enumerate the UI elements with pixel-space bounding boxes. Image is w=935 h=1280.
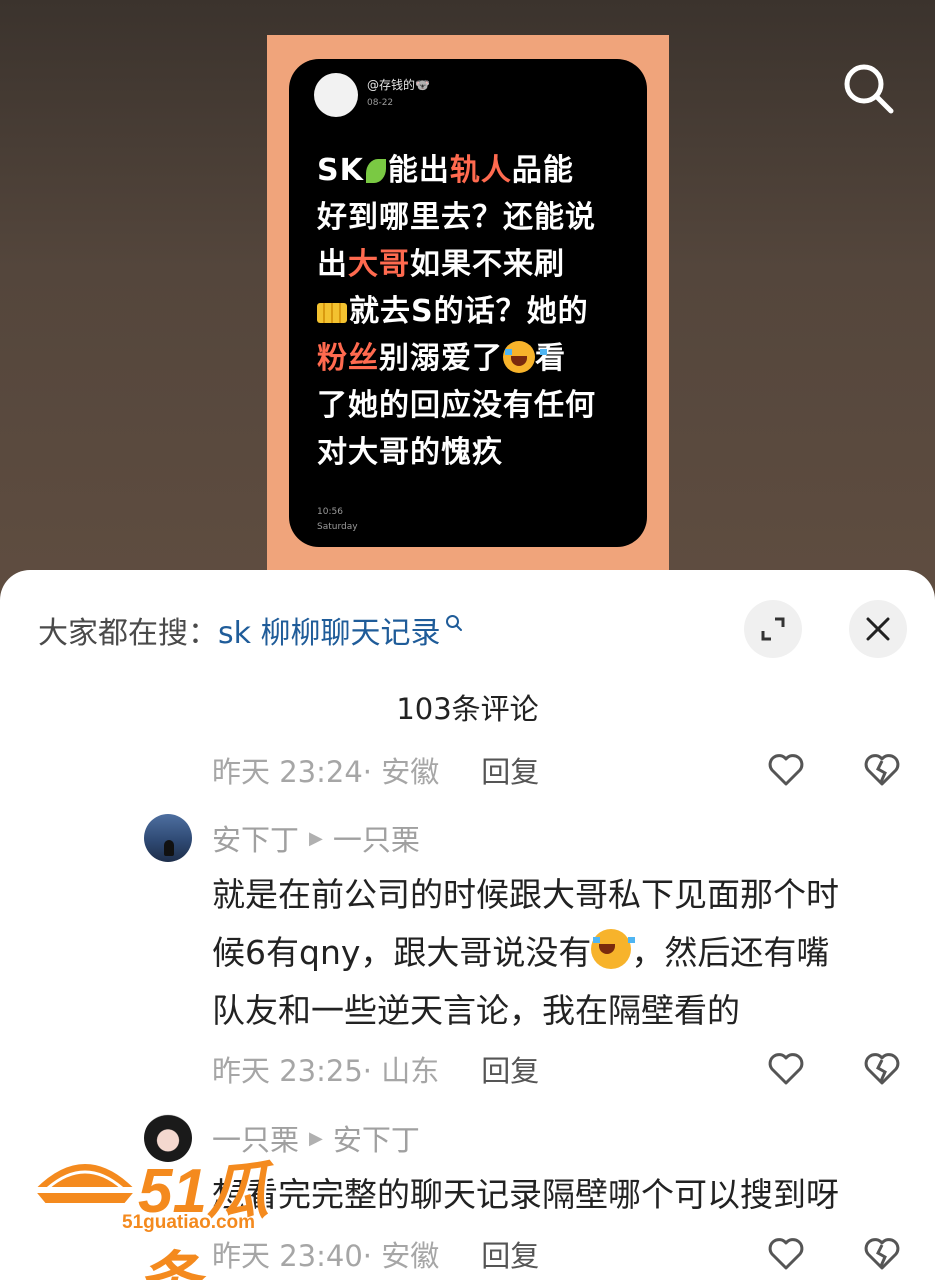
- heart-icon[interactable]: [766, 1234, 806, 1274]
- watermelon-logo-icon: [32, 1162, 138, 1205]
- dislike-icon[interactable]: [862, 750, 902, 790]
- watermark-logo: 51瓜条 51guatiao.com: [30, 1140, 330, 1280]
- heart-icon[interactable]: [766, 1049, 806, 1089]
- reply-button[interactable]: 回复: [481, 1233, 539, 1275]
- crying-laugh-emoji-icon: [503, 341, 547, 373]
- leaf-emoji-icon: [365, 159, 386, 183]
- comment-location: · 山东: [362, 1054, 440, 1088]
- post-text: SK 能出轨人品能 好到哪里去？还能说 出大哥如果不来刷 就去S的话？她的 粉丝别…: [317, 153, 596, 470]
- reply-target[interactable]: 一只栗: [333, 817, 420, 859]
- reply-target[interactable]: 安下丁: [333, 1117, 420, 1159]
- comment-author: 安下丁 ▶ 一只栗: [212, 818, 420, 858]
- hot-search-bar[interactable]: 大家都在搜： sk 柳柳聊天记录: [38, 608, 463, 652]
- comment-count: 103条评论: [396, 692, 539, 726]
- watermark-url: 51guatiao.com: [122, 1212, 256, 1233]
- ticket-emoji-icon: [317, 303, 347, 323]
- post-username: @存钱的🐨: [367, 78, 430, 92]
- close-icon: [866, 617, 890, 641]
- watermark-brand: 51瓜条: [138, 1157, 269, 1280]
- search-button[interactable]: [836, 56, 900, 120]
- dislike-icon[interactable]: [862, 1049, 902, 1089]
- comment-meta: 昨天 23:25 · 山东 回复: [212, 1049, 902, 1089]
- post-date: 08-22: [367, 98, 394, 108]
- hot-search-prefix: 大家都在搜：: [38, 616, 218, 651]
- reply-button[interactable]: 回复: [481, 749, 539, 791]
- reply-button[interactable]: 回复: [481, 1048, 539, 1090]
- avatar[interactable]: [144, 814, 192, 862]
- screenshot-card: @存钱的🐨 08-22 SK 能出轨人品能 好到哪里去？还能说 出大哥如果不来刷 …: [289, 59, 647, 547]
- avatar: [314, 73, 358, 117]
- comment-text: 就是在前公司的时候跟大哥私下见面那个时 候6有qny，跟大哥说没有 ，然后还有嘴 …: [212, 875, 839, 1030]
- close-button[interactable]: [849, 600, 907, 658]
- post-image[interactable]: @存钱的🐨 08-22 SK 能出轨人品能 好到哪里去？还能说 出大哥如果不来刷 …: [267, 35, 669, 580]
- search-icon: [844, 64, 894, 114]
- comment-location: · 安徽: [362, 1239, 440, 1273]
- reply-arrow-icon: ▶: [309, 827, 323, 849]
- comment-time: 昨天 23:24: [212, 755, 363, 789]
- comment-username[interactable]: 安下丁: [212, 817, 299, 859]
- comment-location: · 安徽: [362, 755, 440, 789]
- search-icon: [445, 615, 462, 631]
- hot-search-term[interactable]: sk 柳柳聊天记录: [218, 608, 441, 652]
- comment-meta: 昨天 23:24 · 安徽 回复: [212, 750, 902, 790]
- comment-time: 昨天 23:25: [212, 1054, 363, 1088]
- expand-icon: [761, 617, 785, 641]
- expand-button[interactable]: [744, 600, 802, 658]
- dislike-icon[interactable]: [862, 1234, 902, 1274]
- heart-icon[interactable]: [766, 750, 806, 790]
- crying-laugh-emoji-icon: [591, 929, 636, 969]
- post-time: 10:56 Saturday: [317, 507, 358, 532]
